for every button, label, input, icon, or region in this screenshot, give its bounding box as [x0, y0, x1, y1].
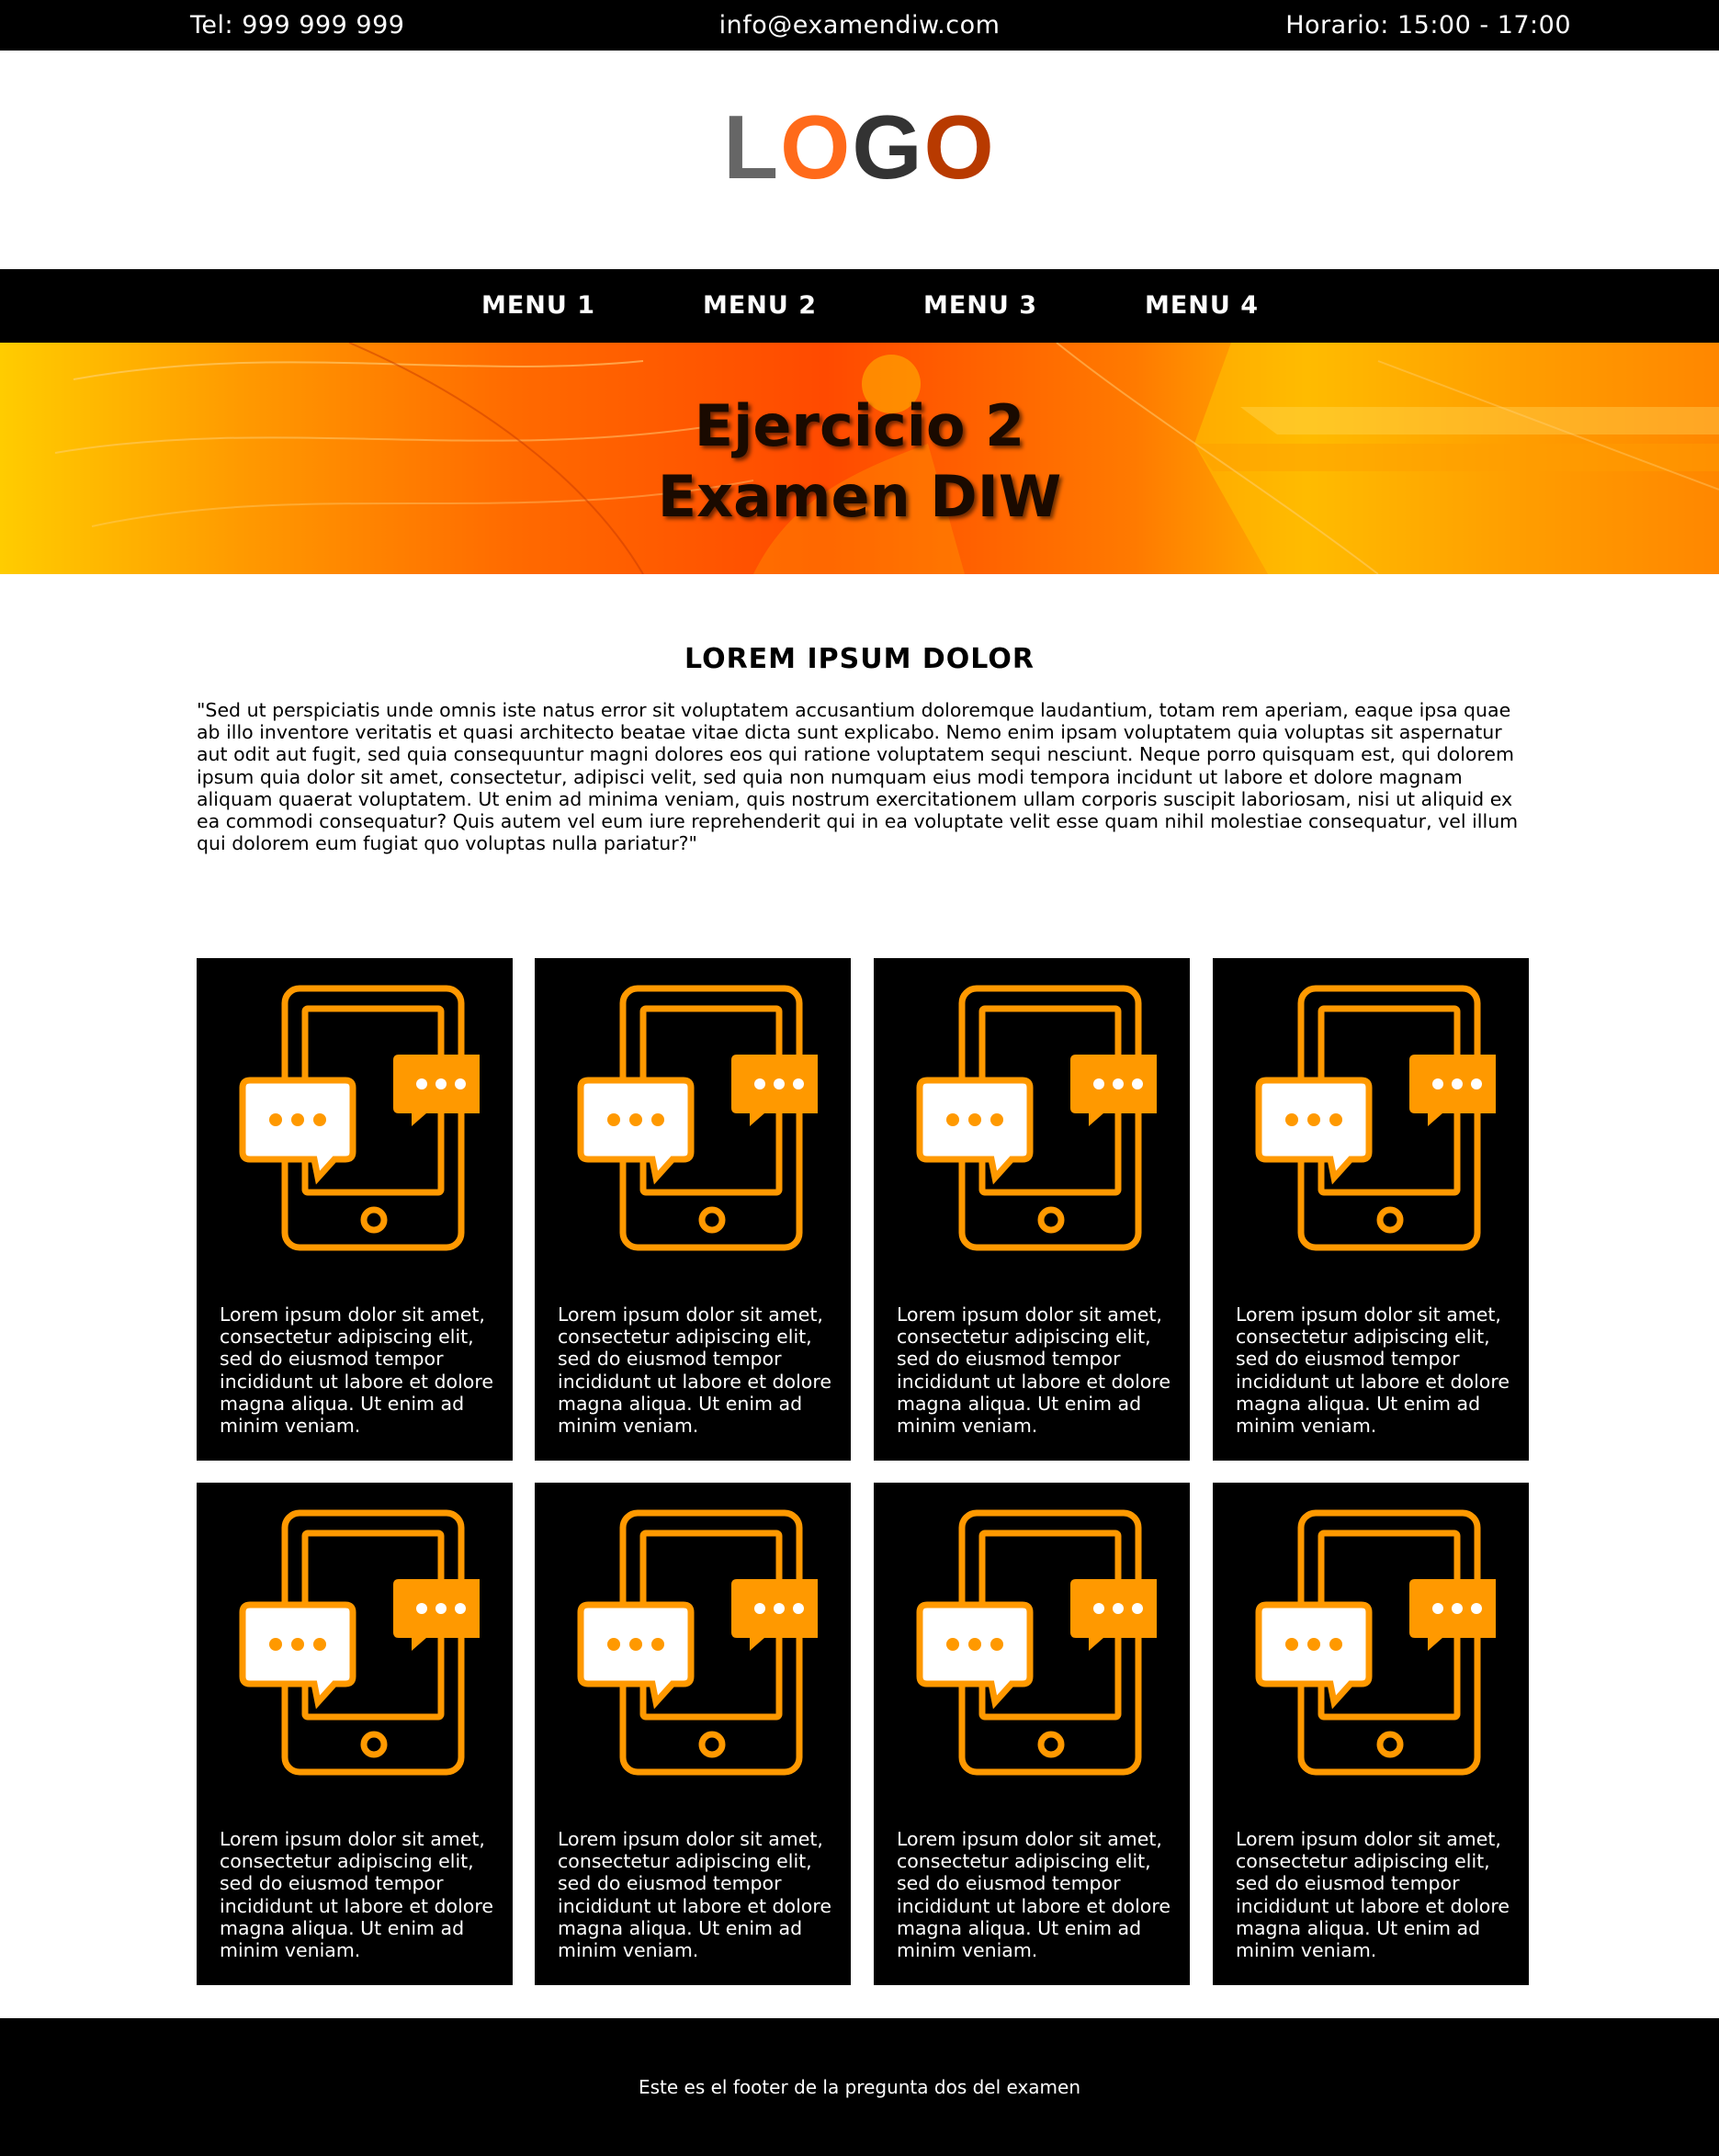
nav-item-menu-2[interactable]: MENU 2: [703, 269, 817, 343]
phone-chat-icon: [1255, 985, 1496, 1251]
phone-chat-icon: [1255, 1509, 1496, 1776]
feature-card: Lorem ipsum dolor sit amet, consectetur …: [197, 958, 513, 1461]
feature-card: Lorem ipsum dolor sit amet, consectetur …: [535, 1483, 851, 1985]
feature-card: Lorem ipsum dolor sit amet, consectetur …: [197, 1483, 513, 1985]
card-text: Lorem ipsum dolor sit amet, consectetur …: [1236, 1304, 1510, 1438]
logo-letter-1: L: [723, 96, 781, 198]
feature-card: Lorem ipsum dolor sit amet, consectetur …: [874, 958, 1190, 1461]
card-text: Lorem ipsum dolor sit amet, consectetur …: [220, 1828, 493, 1962]
banner-title: Ejercicio 2 Examen DIW: [0, 390, 1719, 532]
site-logo[interactable]: LOGO: [0, 96, 1719, 198]
phone-chat-icon: [916, 985, 1157, 1251]
logo-letter-4: O: [923, 96, 996, 198]
nav-item-menu-1[interactable]: MENU 1: [481, 269, 595, 343]
phone-chat-icon: [916, 1509, 1157, 1776]
nav-item-menu-4[interactable]: MENU 4: [1145, 269, 1259, 343]
intro-paragraph: "Sed ut perspiciatis unde omnis iste nat…: [197, 699, 1519, 855]
opening-hours: Horario: 15:00 - 17:00: [1285, 11, 1571, 40]
card-text: Lorem ipsum dolor sit amet, consectetur …: [897, 1828, 1171, 1962]
feature-card: Lorem ipsum dolor sit amet, consectetur …: [535, 958, 851, 1461]
footer-text: Este es el footer de la pregunta dos del…: [638, 2076, 1081, 2098]
card-text: Lorem ipsum dolor sit amet, consectetur …: [897, 1304, 1171, 1438]
hero-banner: Ejercicio 2 Examen DIW: [0, 343, 1719, 574]
logo-letter-2: O: [780, 96, 853, 198]
nav-item-menu-3[interactable]: MENU 3: [923, 269, 1037, 343]
section-heading: LOREM IPSUM DOLOR: [684, 643, 1035, 675]
top-info-bar: Tel: 999 999 999 info@examendiw.com Hora…: [0, 0, 1719, 51]
feature-card: Lorem ipsum dolor sit amet, consectetur …: [1213, 1483, 1529, 1985]
main-nav: MENU 1 MENU 2 MENU 3 MENU 4: [0, 269, 1719, 343]
banner-title-line-1: Ejercicio 2: [694, 392, 1025, 459]
card-text: Lorem ipsum dolor sit amet, consectetur …: [558, 1304, 831, 1438]
feature-card: Lorem ipsum dolor sit amet, consectetur …: [1213, 958, 1529, 1461]
feature-card: Lorem ipsum dolor sit amet, consectetur …: [874, 1483, 1190, 1985]
phone-chat-icon: [577, 985, 818, 1251]
logo-letter-3: G: [852, 96, 924, 198]
phone-chat-icon: [577, 1509, 818, 1776]
card-text: Lorem ipsum dolor sit amet, consectetur …: [558, 1828, 831, 1962]
page-footer: Este es el footer de la pregunta dos del…: [0, 2018, 1719, 2156]
card-text: Lorem ipsum dolor sit amet, consectetur …: [1236, 1828, 1510, 1962]
phone-chat-icon: [239, 1509, 480, 1776]
banner-title-line-2: Examen DIW: [657, 463, 1062, 530]
card-text: Lorem ipsum dolor sit amet, consectetur …: [220, 1304, 493, 1438]
phone-chat-icon: [239, 985, 480, 1251]
